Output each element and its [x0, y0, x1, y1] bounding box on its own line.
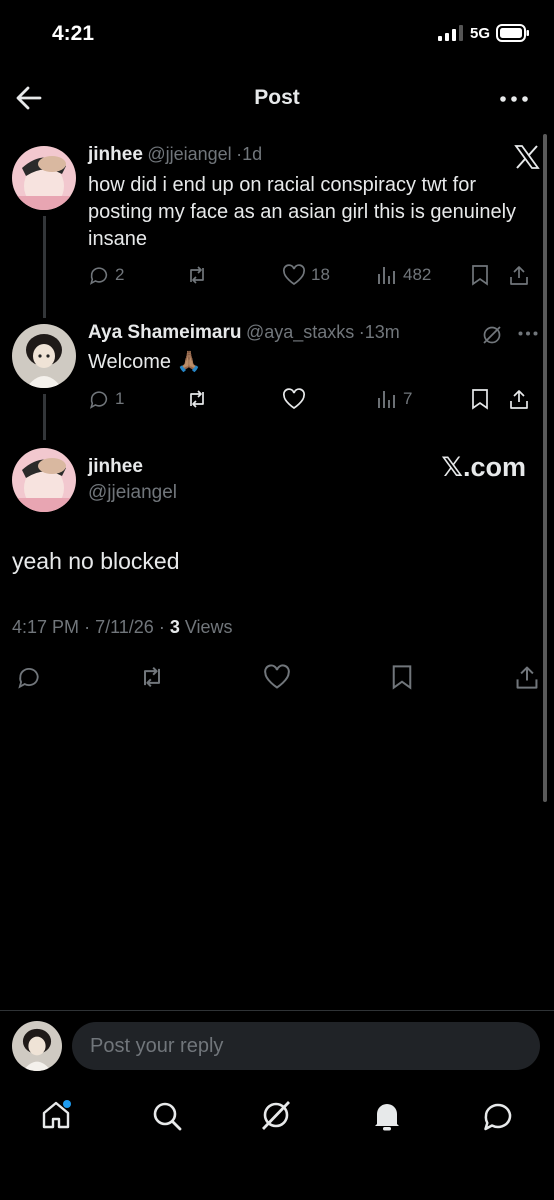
reply-input-container[interactable] [72, 1022, 540, 1070]
bookmark-icon [472, 389, 488, 410]
post-text: how did i end up on racial conspiracy tw… [88, 174, 517, 250]
avatar[interactable] [12, 1021, 62, 1071]
bell-icon [375, 1104, 399, 1131]
avatar[interactable] [12, 324, 76, 388]
author-name[interactable]: jinhee [88, 456, 143, 478]
reply-input[interactable] [72, 1022, 540, 1070]
post-meta: 4:17 PM · 7/11/26 · 3 Views [12, 617, 233, 638]
repost-button[interactable] [138, 664, 166, 690]
nav-search[interactable] [151, 1100, 183, 1132]
watermark: 𝕏.com [441, 452, 526, 482]
share-icon [510, 390, 528, 409]
status-time: 4:21 [52, 22, 95, 45]
post-header: jinhee @jjeiangel ·1d [88, 144, 262, 166]
search-icon [153, 1102, 182, 1131]
post-header: Aya Shameimaru @aya_staxks ·13m [88, 322, 400, 344]
author-name[interactable]: jinhee [88, 144, 143, 165]
share-icon [516, 666, 538, 689]
reply-icon [18, 667, 39, 689]
more-icon [500, 96, 528, 102]
more-button[interactable] [500, 96, 528, 102]
divider [0, 1010, 554, 1011]
grok-icon[interactable] [482, 325, 502, 345]
share-icon [510, 266, 528, 285]
x-logo-icon [514, 144, 540, 170]
bookmark-icon [472, 265, 488, 286]
author-handle[interactable]: @jjeiangel [147, 144, 231, 164]
reply-count: 2 [115, 265, 125, 284]
repost-button[interactable] [185, 264, 282, 286]
signal-icon [437, 25, 463, 41]
reply-icon [89, 391, 108, 409]
bookmark-icon [392, 665, 412, 690]
views-count[interactable]: 3 [170, 617, 180, 637]
separator-dot: · [158, 617, 170, 637]
nav-grok[interactable] [260, 1099, 292, 1131]
bookmark-button[interactable] [470, 264, 508, 286]
nav-notifications[interactable] [372, 1100, 402, 1132]
repost-icon [144, 666, 160, 688]
reply-button[interactable]: 1 [88, 388, 185, 410]
avatar[interactable] [12, 146, 76, 210]
post-time: 13m [364, 322, 400, 342]
heart-icon [283, 388, 305, 410]
avatar-image [12, 324, 76, 388]
home-icon [42, 1100, 71, 1129]
views-label: Views [184, 617, 233, 637]
like-button[interactable] [282, 388, 376, 410]
share-button[interactable] [508, 388, 530, 410]
views-button[interactable]: 482 [376, 265, 470, 285]
heart-icon [264, 664, 290, 689]
like-count: 18 [311, 265, 330, 284]
author-handle[interactable]: @jjeiangel [88, 482, 177, 504]
reply-icon [89, 267, 108, 285]
repost-icon [190, 266, 204, 284]
status-icons: 5G [437, 24, 530, 42]
post-date: 7/11/26 [95, 617, 154, 637]
share-button[interactable] [508, 264, 530, 286]
post-actions: 2 18 482 [88, 264, 544, 286]
thread-line [43, 216, 46, 318]
views-button[interactable]: 7 [376, 389, 470, 409]
separator-dot: · [84, 617, 96, 637]
author-name[interactable]: Aya Shameimaru [88, 322, 241, 343]
view-count: 7 [403, 389, 413, 408]
view-count: 482 [403, 265, 432, 284]
post-timestamp: 4:17 PM [12, 617, 80, 637]
avatar-image [12, 146, 76, 210]
post-actions: 1 7 [88, 388, 544, 410]
post-time: 1d [242, 144, 263, 164]
reply-button[interactable] [16, 664, 42, 690]
messages-icon [484, 1103, 512, 1131]
repost-button[interactable] [185, 388, 282, 410]
heart-icon [283, 264, 305, 286]
nav-messages[interactable] [482, 1100, 514, 1132]
views-icon [378, 267, 395, 284]
main-post-text: yeah no blocked [12, 548, 180, 574]
reply-button[interactable]: 2 [88, 264, 185, 286]
bookmark-button[interactable] [470, 388, 508, 410]
share-button[interactable] [514, 664, 540, 690]
avatar-image [12, 1021, 62, 1071]
more-icon[interactable] [518, 331, 538, 336]
page-title: Post [254, 86, 300, 109]
repost-icon [190, 390, 204, 408]
grok-icon [261, 1101, 291, 1130]
thread-line [43, 394, 46, 440]
network-label: 5G [469, 24, 490, 42]
like-button[interactable] [263, 664, 291, 690]
like-button[interactable]: 18 [282, 264, 376, 286]
reply-count: 1 [115, 389, 125, 408]
bookmark-button[interactable] [390, 664, 414, 690]
views-icon [378, 391, 395, 408]
battery-icon [496, 24, 529, 42]
post-text: Welcome 🙏🏽 [88, 351, 202, 373]
nav-home[interactable] [40, 1100, 72, 1130]
avatar-image [12, 448, 76, 512]
avatar[interactable] [12, 448, 76, 512]
author-handle[interactable]: @aya_staxks [246, 322, 354, 342]
